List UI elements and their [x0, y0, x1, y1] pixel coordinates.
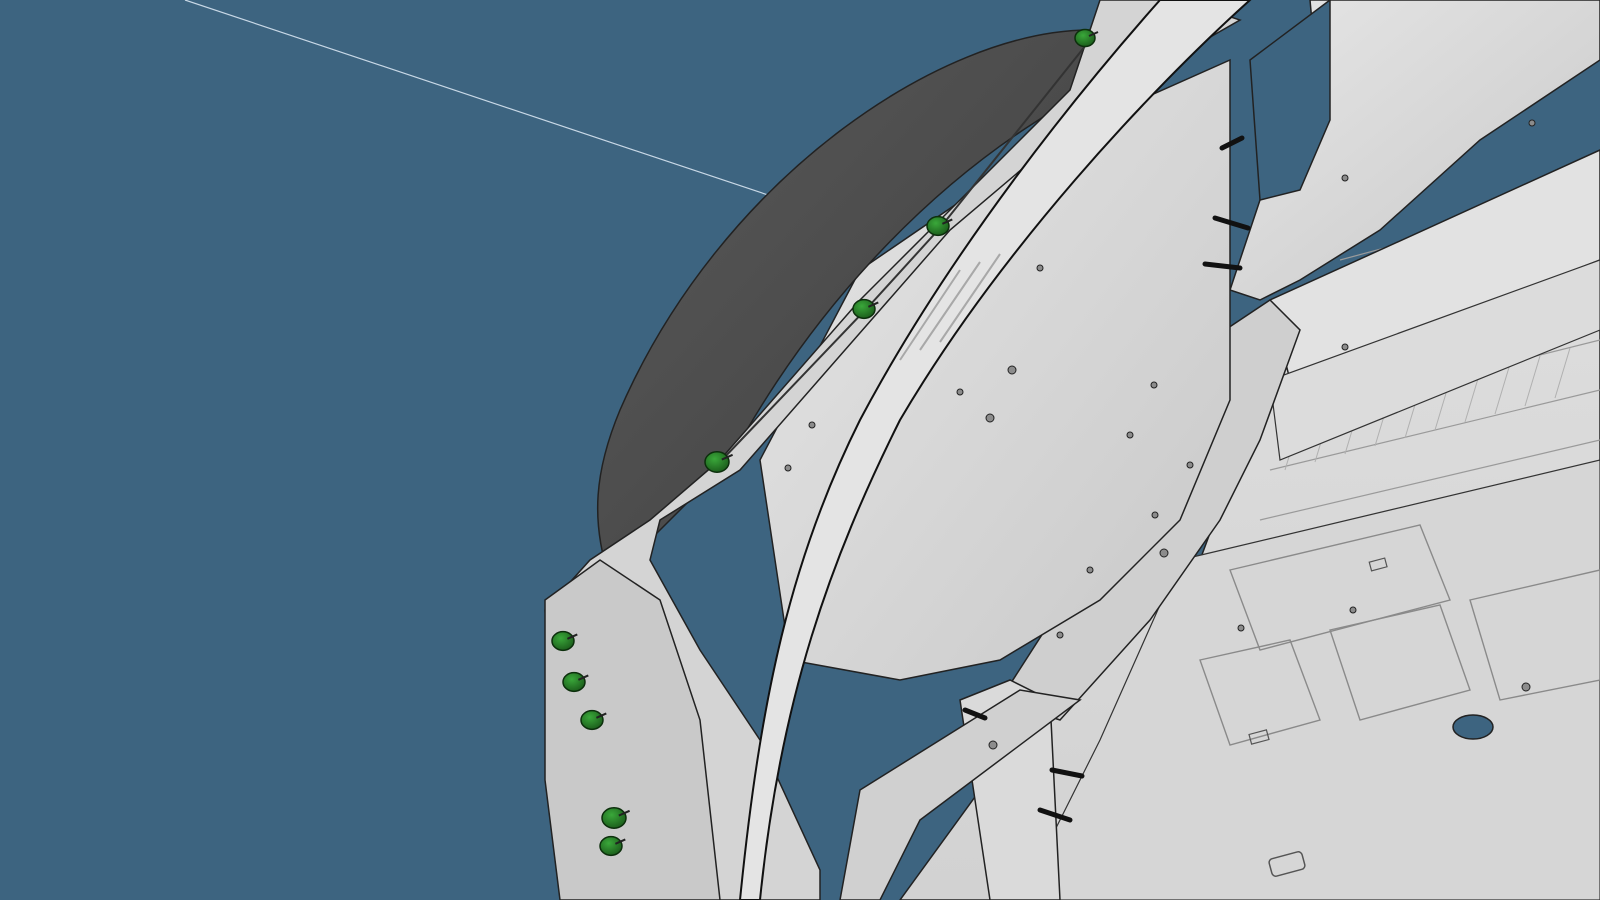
model-scene[interactable] [0, 0, 1600, 900]
cad-3d-viewport[interactable] [0, 0, 1600, 900]
lower-quarter-box [544, 559, 721, 900]
floor-drain-hole [1452, 714, 1494, 740]
reference-axis-line [184, 0, 799, 206]
